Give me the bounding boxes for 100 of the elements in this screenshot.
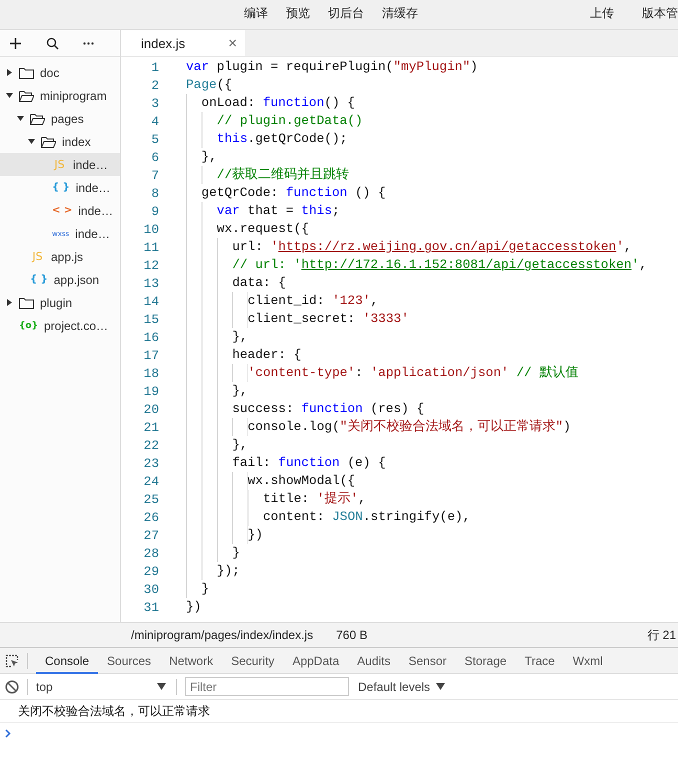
- code-text: onLoad:: [201, 94, 256, 112]
- toolbar-button[interactable]: 上传: [586, 5, 618, 22]
- code-text: wx.showModal({: [248, 472, 356, 490]
- line-number: 18: [142, 366, 159, 380]
- caret-icon: [6, 92, 13, 99]
- file-type-icon: { }: [52, 182, 70, 193]
- inspect-icon[interactable]: [5, 654, 19, 668]
- file-size: 760 B: [336, 628, 368, 642]
- code-keyword: this: [301, 202, 332, 220]
- devtools-tab[interactable]: Trace: [516, 648, 564, 674]
- line-number: 20: [142, 402, 159, 416]
- code-string: "关闭不校验合法域名，可以正常请求": [340, 418, 564, 436]
- tab-title: index.js: [141, 36, 186, 50]
- close-icon[interactable]: ×: [228, 34, 237, 52]
- code-text: data: {: [232, 274, 286, 292]
- editor-tab[interactable]: index.js ×: [121, 30, 245, 56]
- line-number: 2: [150, 78, 159, 92]
- code-text: that =: [246, 202, 295, 220]
- code-string: '提示': [316, 490, 358, 508]
- devtools-tab[interactable]: Audits: [348, 648, 400, 674]
- code-text: },: [201, 148, 217, 166]
- folder-icon: [19, 90, 34, 102]
- devtools-tab[interactable]: Sensor: [400, 648, 456, 674]
- code-text: content:: [263, 508, 326, 526]
- line-number: 14: [142, 294, 159, 308]
- tree-item[interactable]: plugin: [0, 291, 120, 314]
- toolbar-button[interactable]: 编译: [240, 5, 272, 22]
- code-text: }: [232, 544, 240, 562]
- code-text: ;: [332, 202, 340, 220]
- code-text: ,: [370, 292, 378, 310]
- code-text: title:: [263, 490, 310, 508]
- code-text: client_secret:: [248, 310, 356, 328]
- tree-item[interactable]: JS app.js: [0, 245, 120, 268]
- line-number: 25: [142, 492, 159, 506]
- line-number: 6: [150, 150, 159, 164]
- caret-icon: [6, 299, 13, 306]
- line-number: 16: [142, 330, 159, 344]
- devtools-tab[interactable]: AppData: [283, 648, 348, 674]
- code-text: wx.request({: [216, 220, 309, 238]
- code-text: ): [470, 58, 478, 76]
- code-text: header: {: [232, 346, 302, 364]
- code-keyword: function: [301, 400, 363, 418]
- line-number: 7: [150, 168, 159, 182]
- devtools-tab[interactable]: Network: [160, 648, 222, 674]
- console-message: 关闭不校验合法域名，可以正常请求: [18, 702, 210, 720]
- toolbar-button[interactable]: 预览: [282, 5, 314, 22]
- code-text: ,: [624, 238, 632, 256]
- code-text: }): [186, 598, 202, 616]
- tree-item[interactable]: { } inde…: [0, 176, 120, 199]
- line-number: 19: [142, 384, 159, 398]
- tree-item[interactable]: miniprogram: [0, 84, 120, 107]
- search-icon[interactable]: [46, 36, 59, 50]
- tree-item[interactable]: index: [0, 130, 120, 153]
- line-number: 8: [150, 186, 159, 200]
- line-number: 30: [142, 582, 159, 596]
- line-number: 21: [142, 420, 159, 434]
- dropdown-icon: [157, 683, 166, 690]
- line-number: 24: [142, 474, 159, 488]
- tree-item[interactable]: doc: [0, 61, 120, 84]
- line-number: 31: [142, 600, 159, 614]
- line-number: 12: [142, 258, 159, 272]
- devtools-tab[interactable]: Sources: [98, 648, 160, 674]
- more-icon[interactable]: [83, 42, 94, 44]
- toolbar-button[interactable]: 版本管: [638, 5, 678, 22]
- code-string: ': [616, 238, 624, 256]
- tree-item[interactable]: { } app.json: [0, 268, 120, 291]
- line-number: 15: [142, 312, 159, 326]
- add-icon[interactable]: [9, 36, 22, 50]
- tree-item[interactable]: < > inde…: [0, 199, 120, 222]
- code-keyword: function: [278, 454, 340, 472]
- code-text: () {: [354, 184, 386, 202]
- tree-item[interactable]: {o} project.co…: [0, 314, 120, 337]
- toolbar-button[interactable]: 清缓存: [378, 5, 422, 22]
- context-select[interactable]: top: [36, 680, 168, 694]
- levels-select[interactable]: Default levels: [358, 680, 446, 694]
- line-number: 9: [150, 204, 159, 218]
- cursor-position: 行 21: [647, 626, 676, 644]
- devtools-tab[interactable]: Security: [222, 648, 284, 674]
- devtools-tab[interactable]: Storage: [456, 648, 516, 674]
- line-number: 28: [142, 546, 159, 560]
- line-number: 22: [142, 438, 159, 452]
- file-type-icon: {o}: [19, 320, 38, 330]
- toolbar-button[interactable]: 切后台: [324, 5, 368, 22]
- code-text: },: [232, 436, 248, 454]
- code-text: },: [232, 328, 248, 346]
- code-text: }: [201, 580, 210, 598]
- code-keyword: this: [216, 130, 248, 148]
- filter-field[interactable]: Filter: [185, 677, 349, 696]
- clear-icon[interactable]: [5, 680, 19, 694]
- devtools-tab[interactable]: Wxml: [564, 648, 612, 674]
- line-number: 13: [142, 276, 159, 290]
- tree-item[interactable]: JS inde…: [0, 153, 120, 176]
- code-text: url:: [232, 238, 264, 256]
- code-text: .getQrCode();: [248, 130, 348, 148]
- code-string: ': [270, 238, 278, 256]
- folder-icon: [30, 112, 45, 124]
- code-string: '123': [332, 292, 370, 310]
- tree-item[interactable]: pages: [0, 107, 120, 130]
- code-comment: ': [632, 256, 640, 274]
- devtools-tab[interactable]: Console: [36, 648, 98, 674]
